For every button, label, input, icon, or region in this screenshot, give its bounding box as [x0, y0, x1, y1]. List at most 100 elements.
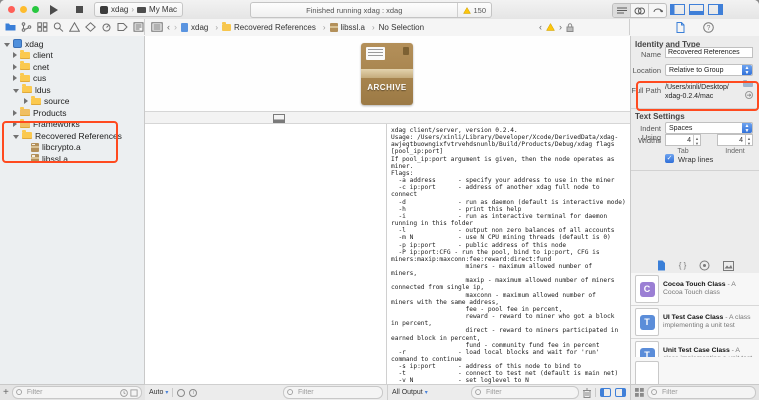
breakpoint-navigator-icon[interactable]: [117, 22, 128, 32]
code-snippets-tab-icon[interactable]: { }: [679, 261, 687, 270]
scheme-selector[interactable]: xdag › My Mac: [94, 2, 183, 17]
name-field[interactable]: [665, 47, 753, 58]
disclosure-triangle[interactable]: [13, 121, 17, 127]
debug-console[interactable]: xdag client/server, version 0.2.4. Usage…: [388, 124, 630, 384]
file-inspector-icon[interactable]: [676, 22, 685, 33]
indent-using-popup[interactable]: Spaces ▲▼: [665, 122, 753, 134]
show-memory-icon[interactable]: [177, 389, 185, 397]
location-popup[interactable]: Relative to Group ▲▼: [665, 64, 753, 76]
wrap-lines-checkbox[interactable]: ✓: [665, 154, 674, 163]
tree-item-client[interactable]: client: [0, 50, 144, 62]
navigator-filter-bar: +: [0, 384, 145, 400]
add-button[interactable]: +: [3, 388, 9, 398]
warning-count-badge[interactable]: 150: [457, 3, 491, 17]
go-back-button[interactable]: ‹: [167, 22, 170, 32]
tree-item-source[interactable]: source: [0, 96, 144, 108]
disclosure-triangle[interactable]: [13, 89, 19, 93]
tree-item-libssl[interactable]: libssl.a: [0, 153, 144, 165]
archive-badge-text: ARCHIVE: [361, 83, 413, 92]
library-filter-field[interactable]: [647, 386, 756, 399]
stepper-arrows-icon[interactable]: ▲▼: [693, 135, 700, 145]
open-in-finder-arrow-icon[interactable]: ➔: [745, 91, 753, 99]
show-variables-view-button[interactable]: [600, 388, 611, 397]
previous-issue-button[interactable]: ‹: [539, 22, 542, 32]
close-window-button[interactable]: [8, 6, 15, 13]
clear-console-trash-icon[interactable]: [583, 388, 591, 398]
debug-navigator-icon[interactable]: [101, 22, 112, 32]
disclosure-triangle[interactable]: [24, 98, 28, 104]
stepper-arrows-icon[interactable]: ▲▼: [745, 135, 752, 145]
tree-item-xdag[interactable]: xdag: [0, 38, 144, 50]
library-filter-input[interactable]: [660, 388, 752, 397]
breadcrumb-file[interactable]: libssl.a: [330, 23, 375, 32]
disclosure-triangle[interactable]: [13, 64, 17, 70]
breadcrumb-group[interactable]: Recovered References: [222, 23, 326, 32]
navigator-filter-input[interactable]: [25, 388, 118, 397]
variables-filter-field[interactable]: [283, 386, 383, 399]
library-item-cocoa-touch-class[interactable]: C Cocoa Touch ClassA Cocoa Touch class: [631, 273, 759, 306]
go-forward-button[interactable]: ›: [174, 22, 177, 32]
tree-item-frameworks[interactable]: Frameworks: [0, 119, 144, 131]
console-output: xdag client/server, version 0.2.4. Usage…: [388, 124, 630, 384]
toggle-debug-area-button[interactable]: [687, 3, 706, 16]
grid-view-icon[interactable]: [635, 388, 644, 397]
variables-filter-input[interactable]: [296, 388, 379, 397]
indent-width-stepper[interactable]: 4 ▲▼: [717, 134, 753, 146]
quick-help-inspector-icon[interactable]: ?: [703, 22, 714, 33]
folder-icon: [20, 121, 30, 128]
find-navigator-icon[interactable]: [53, 22, 64, 32]
filter-icon: [475, 389, 482, 396]
minimize-window-button[interactable]: [20, 6, 27, 13]
toggle-inspector-button[interactable]: [706, 3, 725, 16]
assistant-editor-button[interactable]: [631, 4, 649, 17]
issue-navigation: ‹ ›: [539, 19, 574, 35]
editor-area: ARCHIVE xdag client/server, version 0.2.…: [145, 36, 630, 400]
tree-item-ldus[interactable]: ldus: [0, 84, 144, 96]
recent-files-clock-icon[interactable]: [120, 389, 128, 397]
library-item-partial[interactable]: [631, 357, 759, 384]
stop-button[interactable]: [76, 6, 83, 13]
disclosure-triangle[interactable]: [13, 52, 17, 58]
objects-tab-icon[interactable]: [699, 260, 710, 271]
scm-status-icon[interactable]: [130, 389, 138, 397]
breadcrumb-selection[interactable]: No Selection: [379, 23, 424, 32]
tree-item-cnet[interactable]: cnet: [0, 61, 144, 73]
console-scope-popup[interactable]: All Output ▾: [392, 389, 428, 396]
zoom-window-button[interactable]: [32, 6, 39, 13]
file-templates-tab-icon[interactable]: [657, 260, 666, 271]
navigator-panel-icon: [670, 4, 685, 15]
version-editor-button[interactable]: [649, 4, 666, 17]
navigator-filter-field[interactable]: [12, 386, 142, 399]
breadcrumb-project[interactable]: xdag: [181, 23, 218, 32]
related-items-icon[interactable]: [151, 22, 163, 32]
standard-editor-button[interactable]: [613, 4, 631, 17]
library-item-ui-test-case-class[interactable]: T UI Test Case ClassA class implementing…: [631, 306, 759, 339]
test-navigator-icon[interactable]: [85, 22, 96, 32]
disclosure-triangle[interactable]: [4, 43, 10, 47]
report-navigator-icon[interactable]: [133, 22, 144, 32]
tree-item-products[interactable]: Products: [0, 107, 144, 119]
disclosure-triangle[interactable]: [13, 110, 17, 116]
issue-navigator-icon[interactable]: [69, 22, 80, 32]
variables-scope-popup[interactable]: Auto ▾: [149, 389, 168, 396]
tree-item-cus[interactable]: cus: [0, 73, 144, 85]
hide-debug-area-icon[interactable]: [273, 114, 285, 123]
location-label: Location: [631, 66, 661, 75]
show-console-button[interactable]: [615, 388, 626, 397]
quick-look-info-icon[interactable]: i: [189, 389, 197, 397]
run-button[interactable]: [50, 5, 58, 15]
tree-item-recovered-references[interactable]: Recovered References: [0, 130, 144, 142]
app-target-icon: [100, 6, 108, 14]
next-issue-button[interactable]: ›: [559, 22, 562, 32]
console-filter-input[interactable]: [484, 388, 575, 397]
project-navigator-icon[interactable]: [5, 22, 16, 32]
disclosure-triangle[interactable]: [13, 135, 19, 139]
symbol-navigator-icon[interactable]: [37, 22, 48, 32]
media-tab-icon[interactable]: [723, 261, 734, 271]
tree-item-libcrypto[interactable]: libcrypto.a: [0, 142, 144, 154]
console-filter-field[interactable]: [471, 386, 579, 399]
toggle-navigator-button[interactable]: [668, 3, 687, 16]
tab-width-stepper[interactable]: 4 ▲▼: [665, 134, 701, 146]
source-control-navigator-icon[interactable]: [21, 22, 32, 32]
disclosure-triangle[interactable]: [13, 75, 17, 81]
